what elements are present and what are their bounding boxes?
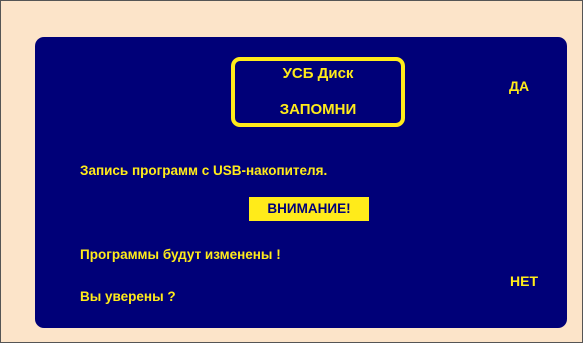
- message-text: Запись программ с USB-накопителя.: [80, 163, 328, 178]
- page: { "colors": { "page_background": "#FCE4C…: [0, 0, 583, 343]
- yes-button[interactable]: ДА: [509, 78, 529, 94]
- question-text: Вы уверены ?: [80, 289, 176, 304]
- no-button[interactable]: НЕТ: [510, 273, 538, 289]
- title-usb-disk: УСБ Диск: [282, 65, 354, 82]
- warning-badge: ВНИМАНИЕ!: [249, 197, 369, 221]
- title-save: ЗАПОМНИ: [279, 101, 357, 118]
- notice-text: Программы будут изменены !: [80, 247, 281, 262]
